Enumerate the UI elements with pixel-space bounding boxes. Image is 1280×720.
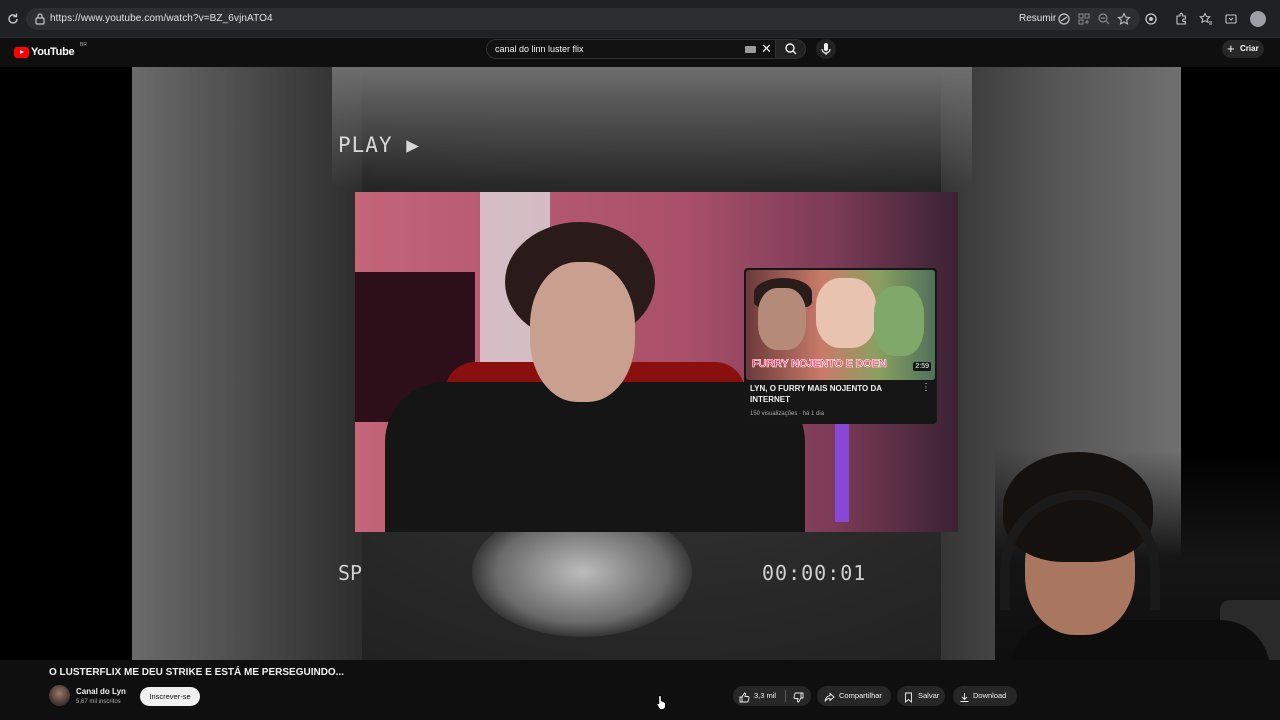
create-label: Criar	[1240, 44, 1259, 53]
extension-icon[interactable]	[1144, 12, 1158, 26]
more-options-icon: ⋮	[921, 382, 931, 393]
youtube-play-icon	[14, 47, 29, 58]
collections-icon[interactable]	[1224, 12, 1238, 26]
vhs-timecode-overlay: 00:00:01	[762, 561, 867, 585]
like-dislike-group: 3,3 mil	[733, 686, 811, 706]
thumbnail-text: FURRY NOJENTO E DOEN	[752, 358, 887, 371]
search-query[interactable]: canal do linn luster flix	[495, 44, 584, 54]
vhs-play-overlay: PLAY ▶	[338, 133, 420, 157]
thumbnail-furry-art	[816, 278, 876, 348]
video-title: O LUSTERFLIX ME DEU STRIKE E ESTÁ ME PER…	[49, 667, 345, 678]
search-button[interactable]	[776, 39, 806, 59]
card-thumbnail: FURRY NOJENTO E DOEN 2:59	[746, 270, 935, 380]
channel-avatar[interactable]	[49, 685, 70, 706]
url-text[interactable]: https://www.youtube.com/watch?v=BZ_6vjnA…	[50, 13, 273, 24]
share-icon	[824, 690, 835, 702]
summarize-button[interactable]: Resumir	[1019, 13, 1056, 24]
blurred-background-top	[332, 67, 972, 187]
address-bar[interactable]: https://www.youtube.com/watch?v=BZ_6vjnA…	[26, 8, 1140, 30]
blurred-background-left	[132, 67, 362, 660]
channel-name[interactable]: Canal do Lyn	[76, 687, 126, 696]
extensions-puzzle-icon[interactable]	[1174, 12, 1188, 26]
youtube-header: YouTube BR canal do linn luster flix ✕ +…	[0, 38, 1280, 67]
person-figure	[495, 222, 675, 482]
card-meta: 150 visualizações · há 1 dia	[750, 411, 825, 417]
search-input[interactable]: canal do linn luster flix ✕	[486, 39, 776, 59]
clear-search-icon[interactable]: ✕	[761, 41, 772, 57]
bookmark-icon	[903, 690, 914, 703]
download-button[interactable]: Download	[953, 686, 1017, 706]
search-icon	[785, 43, 797, 55]
thumbnail-green-art	[874, 286, 924, 356]
card-title: LYN, O FURRY MAIS NOJENTO DA INTERNET	[750, 384, 882, 404]
purple-light	[835, 422, 849, 522]
country-code: BR	[80, 42, 87, 48]
thumbnail-face	[758, 288, 806, 350]
create-button[interactable]: + Criar	[1222, 40, 1264, 58]
youtube-logo[interactable]: YouTube BR	[14, 42, 87, 60]
browser-toolbar: https://www.youtube.com/watch?v=BZ_6vjnA…	[0, 0, 1280, 38]
summarize-icon[interactable]	[1057, 12, 1071, 26]
microphone-icon	[821, 43, 831, 55]
favorites-icon[interactable]	[1199, 12, 1213, 26]
reload-icon[interactable]	[6, 12, 20, 26]
save-label: Salvar	[918, 691, 940, 700]
download-label: Download	[973, 691, 1007, 700]
voice-search-button[interactable]	[816, 39, 836, 59]
person-face	[530, 262, 635, 402]
download-icon	[959, 690, 970, 702]
like-count[interactable]: 3,3 mil	[754, 691, 776, 700]
logo-text: YouTube	[31, 46, 75, 58]
profile-icon[interactable]	[1250, 11, 1266, 27]
apps-icon[interactable]	[1077, 12, 1091, 26]
duration-badge: 2:59	[913, 362, 931, 371]
plus-icon: +	[1227, 41, 1235, 56]
like-icon[interactable]	[739, 690, 750, 703]
mouse-cursor-icon	[656, 694, 668, 710]
embedded-video-card: FURRY NOJENTO E DOEN 2:59 LYN, O FURRY M…	[744, 268, 937, 424]
zoom-icon[interactable]	[1097, 12, 1111, 26]
site-info-icon[interactable]	[34, 12, 46, 26]
dislike-icon[interactable]	[793, 690, 804, 703]
subscriber-count: 5,67 mil inscritos	[76, 699, 121, 705]
pill-divider	[785, 690, 786, 702]
share-label: Compartilhar	[839, 691, 882, 700]
star-icon[interactable]	[1117, 12, 1131, 26]
subscribe-button[interactable]: Inscrever-se	[140, 687, 200, 706]
save-button[interactable]: Salvar	[897, 686, 945, 706]
share-button[interactable]: Compartilhar	[817, 686, 891, 706]
keyboard-icon[interactable]	[745, 46, 756, 53]
vhs-sp-overlay: SP	[338, 561, 363, 585]
